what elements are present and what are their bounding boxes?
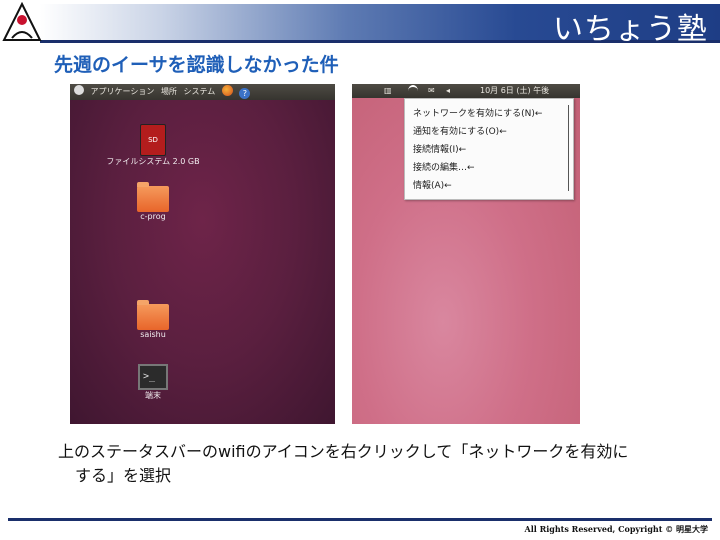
java-duke-logo-icon xyxy=(2,2,42,41)
menu-item-about[interactable]: 情報(A)← xyxy=(413,177,573,195)
wifi-icon[interactable] xyxy=(408,85,418,97)
ubuntu-logo-icon[interactable] xyxy=(74,85,84,95)
desktop-icon-filesystem[interactable]: SD ファイルシステム 2.0 GB xyxy=(103,124,203,167)
footer-rule xyxy=(8,518,712,521)
sd-card-icon: SD xyxy=(140,124,166,156)
caption-line-2: する」を選択 xyxy=(75,466,172,485)
folder-icon xyxy=(137,182,169,212)
desktop-icon-label: c-prog xyxy=(140,212,166,221)
menu-item-enable-networking[interactable]: ネットワークを有効にする(N)← xyxy=(413,105,573,123)
top-panel: アプリケーション 場所 システム ? xyxy=(70,84,335,100)
volume-icon[interactable]: ◂ xyxy=(446,84,450,98)
header-bar: いちょう塾 xyxy=(0,0,720,47)
desktop-icon-label: 端末 xyxy=(145,391,161,400)
desktop-icon-terminal[interactable]: >_ 端末 xyxy=(103,364,203,401)
menu-applications[interactable]: アプリケーション xyxy=(91,87,155,96)
terminal-icon: >_ xyxy=(138,364,168,390)
menu-item-enable-notifications[interactable]: 通知を有効にする(O)← xyxy=(413,123,573,141)
caption-line-1: 上のステータスバーのwifiのアイコンを右クリックして「ネットワークを有効に xyxy=(58,442,629,461)
desktop-icon-saishu[interactable]: saishu xyxy=(103,300,203,339)
menu-item-connection-info[interactable]: 接続情報(I)← xyxy=(413,141,573,159)
slide-title: 先週のイーサを認識しなかった件 xyxy=(54,54,339,76)
desktop-screenshot-left: アプリケーション 場所 システム ? SD ファイルシステム 2.0 GB c-… xyxy=(70,84,335,424)
desktop-icon-c-prog[interactable]: c-prog xyxy=(103,182,203,221)
menu-system[interactable]: システム xyxy=(183,87,215,96)
top-panel: ▥ ✉ ◂ 10月 6日 (土) 午後 xyxy=(352,84,580,98)
footer-copyright: All Rights Reserved, Copyright © 明星大学 xyxy=(524,524,708,534)
menu-divider xyxy=(568,105,569,191)
desktop-icon-label: ファイルシステム 2.0 GB xyxy=(106,157,200,166)
desktop-icon-label: saishu xyxy=(140,330,166,339)
mail-icon[interactable]: ✉ xyxy=(428,84,435,98)
desktop-screenshot-right: ▥ ✉ ◂ 10月 6日 (土) 午後 ネットワークを有効にする(N)← 通知を… xyxy=(352,84,580,424)
network-context-menu: ネットワークを有効にする(N)← 通知を有効にする(O)← 接続情報(I)← 接… xyxy=(404,98,574,200)
clock[interactable]: 10月 6日 (土) 午後 xyxy=(480,84,549,98)
menu-item-edit-connections[interactable]: 接続の編集…← xyxy=(413,159,573,177)
firefox-icon[interactable] xyxy=(221,85,233,96)
keyboard-icon[interactable]: ▥ xyxy=(384,84,392,98)
folder-icon xyxy=(137,300,169,330)
brand-name: いちょう塾 xyxy=(553,12,708,47)
menu-places[interactable]: 場所 xyxy=(161,87,177,96)
help-icon[interactable]: ? xyxy=(239,88,251,99)
